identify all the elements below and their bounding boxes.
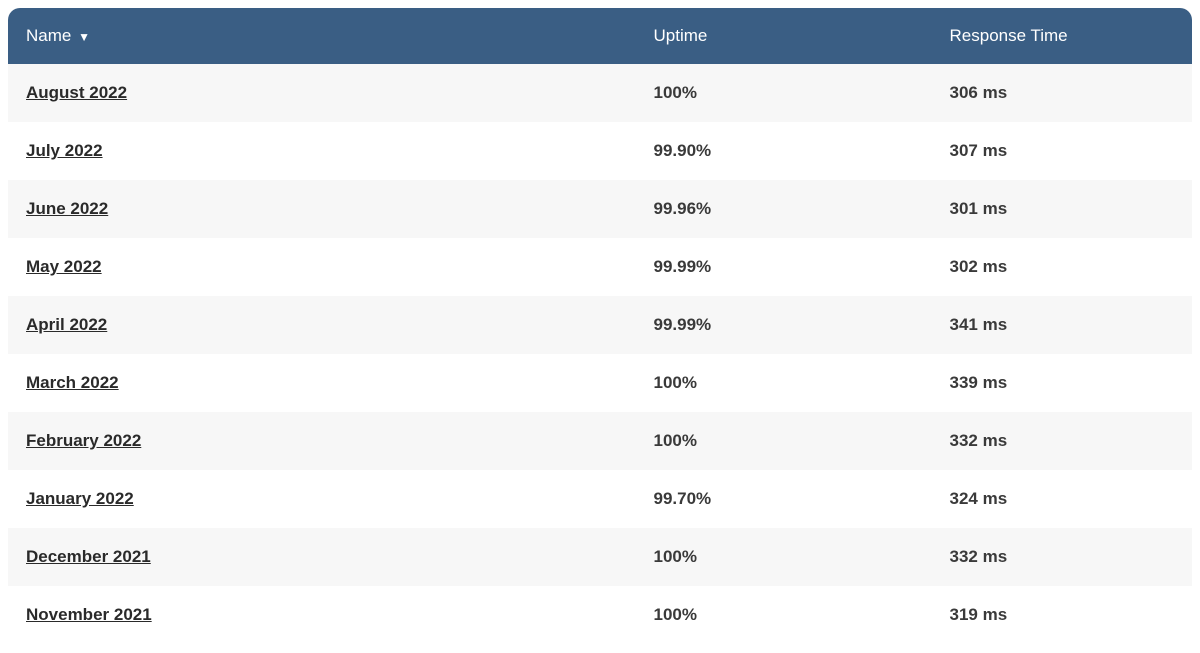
period-link[interactable]: January 2022 [26,489,134,508]
table-row: January 2022 99.70%324 ms [8,470,1192,528]
table-row: June 2022 99.96%301 ms [8,180,1192,238]
period-link[interactable]: July 2022 [26,141,103,160]
table-row: May 2022 99.99%302 ms [8,238,1192,296]
cell-name: June 2022 [8,180,636,238]
cell-response-time: 319 ms [932,586,1192,644]
header-name-label: Name [26,26,71,45]
cell-response-time: 307 ms [932,122,1192,180]
cell-uptime: 100% [636,528,932,586]
cell-uptime: 99.99% [636,296,932,354]
header-response-time[interactable]: Response Time [932,8,1192,64]
cell-name: January 2022 [8,470,636,528]
cell-uptime: 99.99% [636,238,932,296]
cell-name: February 2022 [8,412,636,470]
header-response-time-label: Response Time [950,26,1068,45]
cell-name: April 2022 [8,296,636,354]
table-row: December 2021 100%332 ms [8,528,1192,586]
period-link[interactable]: November 2021 [26,605,152,624]
cell-response-time: 302 ms [932,238,1192,296]
table-row: March 2022 100%339 ms [8,354,1192,412]
cell-uptime: 100% [636,586,932,644]
cell-uptime: 99.96% [636,180,932,238]
cell-uptime: 100% [636,412,932,470]
cell-response-time: 332 ms [932,528,1192,586]
header-name[interactable]: Name ▼ [8,8,636,64]
cell-uptime: 99.90% [636,122,932,180]
header-uptime[interactable]: Uptime [636,8,932,64]
cell-response-time: 341 ms [932,296,1192,354]
cell-response-time: 306 ms [932,64,1192,122]
table-body: August 2022100%306 msJuly 202299.90%307 … [8,64,1192,644]
cell-name: March 2022 [8,354,636,412]
cell-name: November 2021 [8,586,636,644]
period-link[interactable]: December 2021 [26,547,151,566]
sort-descending-icon: ▼ [78,30,90,44]
cell-response-time: 301 ms [932,180,1192,238]
table-row: April 2022 99.99%341 ms [8,296,1192,354]
table-row: July 2022 99.90%307 ms [8,122,1192,180]
table-row: August 2022 100%306 ms [8,64,1192,122]
cell-name: July 2022 [8,122,636,180]
table-row: February 2022 100%332 ms [8,412,1192,470]
cell-response-time: 339 ms [932,354,1192,412]
cell-response-time: 332 ms [932,412,1192,470]
period-link[interactable]: June 2022 [26,199,108,218]
period-link[interactable]: April 2022 [26,315,107,334]
cell-name: August 2022 [8,64,636,122]
cell-uptime: 100% [636,64,932,122]
period-link[interactable]: May 2022 [26,257,102,276]
table-header-row: Name ▼ Uptime Response Time [8,8,1192,64]
period-link[interactable]: August 2022 [26,83,127,102]
table-row: November 2021 100%319 ms [8,586,1192,644]
period-link[interactable]: February 2022 [26,431,141,450]
cell-uptime: 99.70% [636,470,932,528]
cell-name: May 2022 [8,238,636,296]
period-link[interactable]: March 2022 [26,373,119,392]
cell-name: December 2021 [8,528,636,586]
cell-response-time: 324 ms [932,470,1192,528]
cell-uptime: 100% [636,354,932,412]
uptime-table: Name ▼ Uptime Response Time August 2022 1… [8,8,1192,644]
header-uptime-label: Uptime [654,26,708,45]
